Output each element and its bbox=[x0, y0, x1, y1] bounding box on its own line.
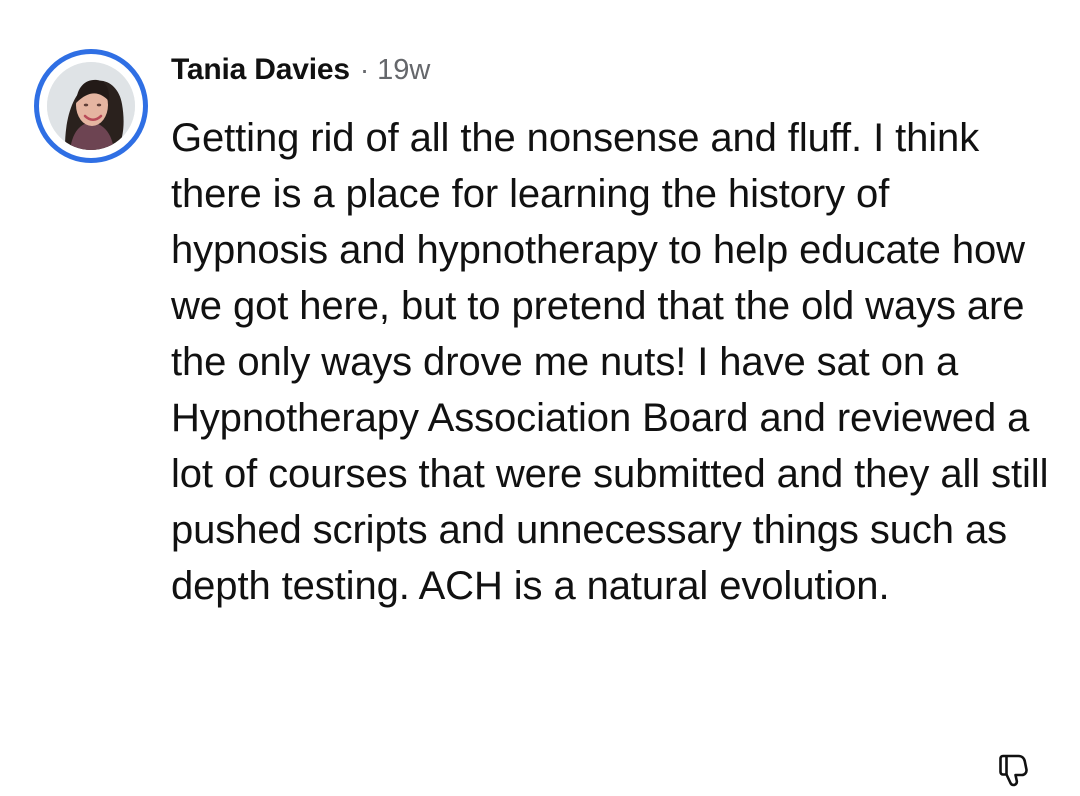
separator-dot: · bbox=[359, 54, 370, 85]
comment-text: Getting rid of all the nonsense and fluf… bbox=[171, 116, 1049, 608]
thumbs-down-icon bbox=[999, 754, 1028, 787]
comment-header: Tania Davies · 19w bbox=[171, 53, 430, 93]
avatar[interactable] bbox=[34, 49, 148, 163]
dislike-button[interactable] bbox=[988, 744, 1036, 792]
comment-timestamp[interactable]: 19w bbox=[377, 54, 430, 87]
avatar-photo bbox=[47, 62, 135, 150]
author-name[interactable]: Tania Davies bbox=[171, 53, 350, 87]
comment-card: Tania Davies · 19w Getting rid of all th… bbox=[0, 0, 1080, 796]
